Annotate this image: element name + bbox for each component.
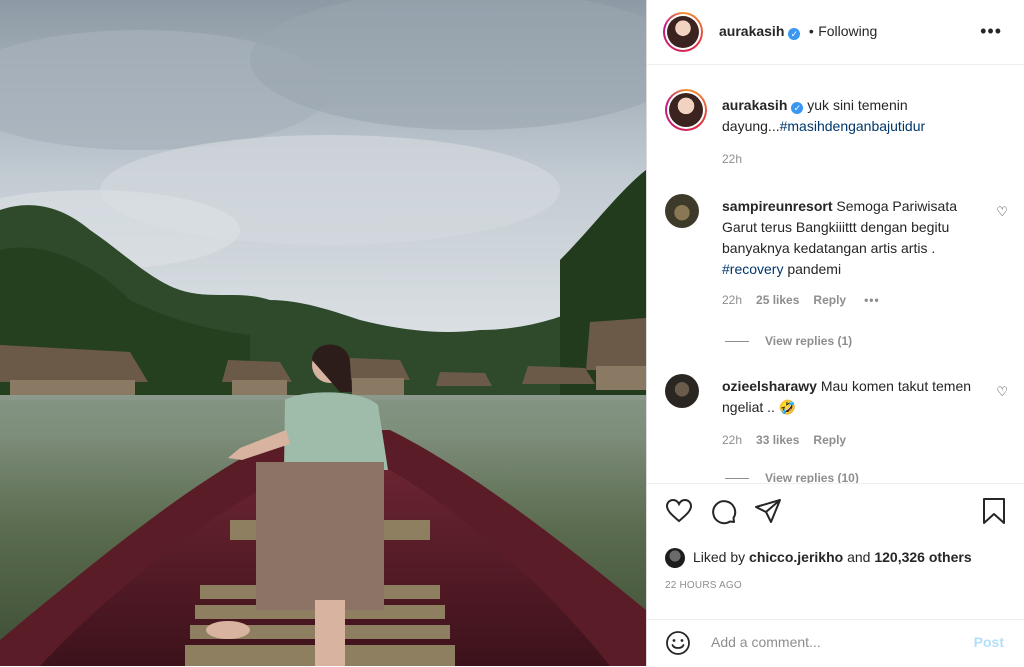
post-timestamp[interactable]: 22 HOURS AGO [665,580,742,591]
replies-line [725,478,749,480]
commenter-avatar[interactable] [665,194,699,228]
comment-options-icon[interactable]: ••• [864,293,880,307]
caption-username[interactable]: aurakasih [722,97,787,113]
caption-avatar[interactable] [665,89,707,131]
view-replies-label: View replies (1) [765,334,853,348]
replies-line [725,341,749,343]
comment-like-icon[interactable]: ♡ [996,204,1008,220]
post-actions [647,483,1024,542]
reply-button[interactable]: Reply [813,293,846,307]
comment-input[interactable]: Add a comment... [711,634,821,650]
author-username[interactable]: aurakasih [719,23,784,39]
laughing-emoji: 🤣 [778,399,797,415]
view-replies[interactable]: View replies (1) [725,334,852,348]
author-avatar[interactable] [663,12,703,52]
comment-time[interactable]: 22h [722,433,742,447]
comment-likes[interactable]: 33 likes [756,433,799,447]
liked-by-user[interactable]: chicco.jerikho [749,549,843,565]
add-comment-bar: Add a comment... Post [647,619,1024,667]
comment-hashtag[interactable]: #recovery [722,261,783,277]
verified-badge-icon: ✓ [791,102,804,114]
commenter-avatar[interactable] [665,374,699,408]
liker-avatar[interactable] [665,548,685,569]
comment-likes[interactable]: 25 likes [756,293,799,307]
avatar-image [669,93,703,127]
liked-by-middle: and [843,549,875,565]
comment-text-end: pandemi [783,261,842,277]
comment-time[interactable]: 22h [722,293,742,307]
post-side-panel: aurakasih ✓ • Following ••• aurakasih ✓ yu… [646,0,1024,666]
liked-by-prefix: Liked by [693,549,750,565]
more-horizontal-icon[interactable]: ••• [980,22,1002,40]
follow-separator: • [808,23,814,39]
heart-icon[interactable] [664,496,694,526]
comment-username[interactable]: ozieelsharawy [722,378,817,394]
comment-like-icon[interactable]: ♡ [996,384,1008,400]
view-replies[interactable]: View replies (10) [725,471,859,483]
reply-button[interactable]: Reply [813,433,846,447]
share-icon[interactable] [753,496,783,526]
comment-meta: 22h 25 likes Reply ••• [722,293,880,307]
comment-icon[interactable] [708,496,738,526]
comment-username[interactable]: sampireunresort [722,198,832,214]
caption-hashtag[interactable]: #masihdenganbajutidur [780,118,926,134]
post-photo[interactable] [0,0,646,666]
verified-badge-icon: ✓ [788,28,801,40]
lake-boat-photo [0,0,646,666]
post-comment-button[interactable]: Post [974,634,1004,650]
emoji-icon[interactable] [665,630,691,656]
comment-meta: 22h 33 likes Reply [722,433,846,447]
post-header: aurakasih ✓ • Following ••• [647,0,1024,65]
liked-by: Liked by chicco.jerikho and 120,326 othe… [665,545,1014,569]
caption-time[interactable]: 22h [722,152,742,166]
comments-list[interactable]: aurakasih ✓ yuk sini temenin dayung...#ma… [647,65,1024,483]
following-button[interactable]: Following [818,23,877,39]
bookmark-icon[interactable] [979,496,1009,526]
view-replies-label: View replies (10) [765,471,859,483]
liked-by-count[interactable]: 120,326 others [874,549,971,565]
avatar-image [667,16,699,48]
